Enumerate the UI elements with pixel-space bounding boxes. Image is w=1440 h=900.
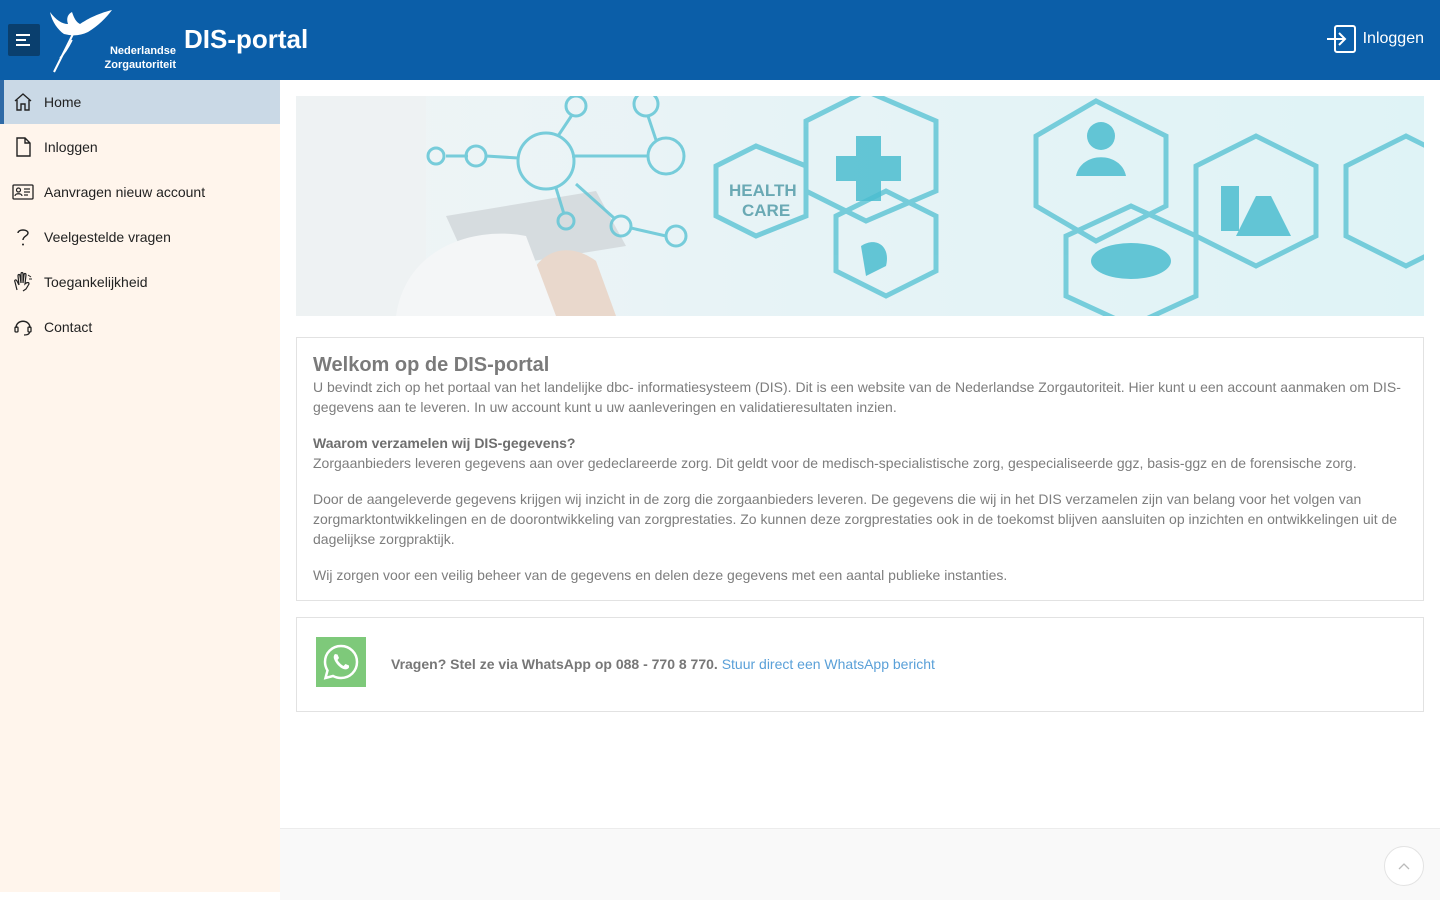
sidebar-item-faq[interactable]: Veelgestelde vragen xyxy=(0,214,280,259)
welcome-question-heading: Waarom verzamelen wij DIS-gegevens? xyxy=(313,435,576,451)
chevron-up-icon xyxy=(1398,863,1410,870)
welcome-intro: U bevindt zich op het portaal van het la… xyxy=(313,379,1401,415)
sidebar-item-label: Inloggen xyxy=(44,138,98,155)
logo-line-1: Nederlandse xyxy=(109,45,176,57)
question-icon xyxy=(12,226,34,248)
sidebar-item-aanvragen[interactable]: Aanvragen nieuw account xyxy=(0,169,280,214)
welcome-para-3: Wij zorgen voor een veilig beheer van de… xyxy=(313,567,1008,583)
document-icon xyxy=(12,136,34,158)
healthcare-banner-illustration: HEALTH CARE xyxy=(296,96,1424,316)
sidebar-item-label: Veelgestelde vragen xyxy=(44,228,171,245)
sidebar-item-label: Home xyxy=(44,94,82,110)
sidebar-item-label: Contact xyxy=(44,318,93,335)
menu-icon xyxy=(16,34,30,46)
welcome-card: Welkom op de DIS-portal U bevindt zich o… xyxy=(296,337,1424,601)
sidebar-item-home[interactable]: Home xyxy=(0,80,280,124)
welcome-para-2: Door de aangeleverde gegevens krijgen wi… xyxy=(313,491,1398,547)
logo-line-2: Zorgautoriteit xyxy=(104,59,177,71)
header-login-button[interactable]: Inloggen xyxy=(1325,24,1424,54)
login-icon xyxy=(1326,25,1356,53)
header-login-label: Inloggen xyxy=(1362,30,1424,47)
sidebar-item-inloggen[interactable]: Inloggen xyxy=(0,124,280,169)
sidebar-item-toegankelijkheid[interactable]: Toegankelijkheid xyxy=(0,259,280,304)
whatsapp-card: Vragen? Stel ze via WhatsApp op 088 - 77… xyxy=(296,617,1424,712)
whatsapp-question: Vragen? Stel ze via WhatsApp op 088 - 77… xyxy=(391,656,718,672)
sidebar: Home Inloggen Aanvragen nieuw account Ve… xyxy=(0,80,280,892)
banner-text-line-1: HEALTH xyxy=(729,181,797,200)
sidebar-item-label: Toegankelijkheid xyxy=(44,273,148,290)
welcome-title: Welkom op de DIS-portal xyxy=(313,354,550,376)
banner-text-line-2: CARE xyxy=(742,201,790,220)
welcome-para-1: Zorgaanbieders leveren gegevens aan over… xyxy=(313,455,1357,471)
id-card-icon xyxy=(12,181,34,203)
accessibility-icon xyxy=(12,271,34,293)
top-header: Nederlandse Zorgautoriteit DIS-portal In… xyxy=(0,0,1440,80)
sidebar-item-label: Aanvragen nieuw account xyxy=(44,183,206,200)
whatsapp-link[interactable]: Stuur direct een WhatsApp bericht xyxy=(722,656,935,672)
sidebar-item-contact[interactable]: Contact xyxy=(0,304,280,349)
healthcare-banner: HEALTH CARE xyxy=(296,96,1424,316)
headset-icon xyxy=(12,316,34,338)
page-title: DIS-portal xyxy=(184,24,309,54)
footer xyxy=(280,828,1440,900)
logo-text: Nederlandse Zorgautoriteit xyxy=(46,44,177,72)
welcome-question-block: Waarom verzamelen wij DIS-gegevens? Zorga… xyxy=(313,433,1407,473)
whatsapp-icon xyxy=(316,637,366,687)
scroll-to-top-button[interactable] xyxy=(1384,846,1424,886)
main-content: HEALTH CARE Welkom op de DIS-portal U be… xyxy=(280,80,1440,828)
menu-toggle-button[interactable] xyxy=(8,24,40,56)
home-icon xyxy=(12,91,34,113)
whatsapp-text: Vragen? Stel ze via WhatsApp op 088 - 77… xyxy=(391,656,935,672)
